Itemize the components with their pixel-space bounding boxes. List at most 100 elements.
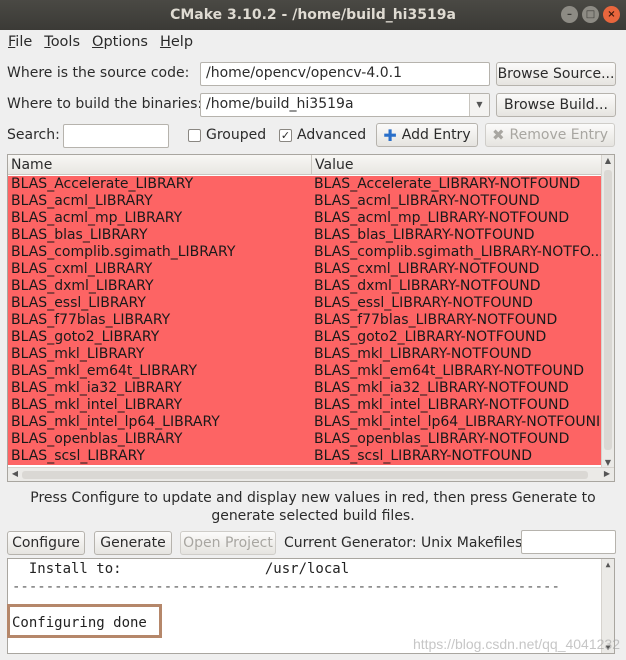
close-icon[interactable]: × (603, 6, 620, 23)
table-row[interactable]: BLAS_essl_LIBRARY BLAS_essl_LIBRARY-NOTFO… (8, 295, 602, 312)
vertical-scroll-thumb[interactable] (604, 170, 612, 450)
scroll-left-icon[interactable]: ◀ (9, 469, 21, 478)
column-header-name[interactable]: Name (8, 155, 311, 175)
minimize-icon[interactable]: – (561, 6, 578, 23)
source-label: Where is the source code: (7, 65, 190, 81)
cell-value[interactable]: BLAS_mkl_ia32_LIBRARY-NOTFOUND (311, 380, 602, 397)
cell-value[interactable]: BLAS_essl_LIBRARY-NOTFOUND (311, 295, 602, 312)
menu-options[interactable]: Options (88, 34, 156, 50)
table-rows: BLAS_Accelerate_LIBRARY BLAS_Accelerate_L… (8, 176, 602, 465)
cell-value[interactable]: BLAS_goto2_LIBRARY-NOTFOUND (311, 329, 602, 346)
cell-name: BLAS_openblas_LIBRARY (11, 431, 183, 447)
build-path-combo[interactable]: /home/build_hi3519a ▼ (200, 93, 490, 117)
table-row[interactable]: BLAS_acml_mp_LIBRARY BLAS_acml_mp_LIBRARY… (8, 210, 602, 227)
build-path-value: /home/build_hi3519a (206, 96, 354, 112)
advanced-checkbox[interactable]: ✓ (279, 129, 292, 142)
cell-value[interactable]: BLAS_f77blas_LIBRARY-NOTFOUND (311, 312, 602, 329)
table-row[interactable]: BLAS_complib.sgimath_LIBRARY BLAS_complib… (8, 244, 602, 261)
maximize-icon[interactable]: □ (582, 6, 599, 23)
cell-value[interactable]: BLAS_mkl_intel_lp64_LIBRARY-NOTFOUNI (311, 414, 602, 431)
table-row[interactable]: BLAS_mkl_ia32_LIBRARY BLAS_mkl_ia32_LIBRA… (8, 380, 602, 397)
menu-bar: File Tools Options Help (0, 30, 626, 54)
cell-name: BLAS_cxml_LIBRARY (11, 261, 153, 277)
search-label: Search: (7, 127, 60, 143)
cell-value[interactable]: BLAS_scsl_LIBRARY-NOTFOUND (311, 448, 602, 465)
table-row[interactable]: BLAS_acml_LIBRARY BLAS_acml_LIBRARY-NOTFO… (8, 193, 602, 210)
cell-value[interactable]: BLAS_acml_mp_LIBRARY-NOTFOUND (311, 210, 602, 227)
table-row[interactable]: BLAS_mkl_LIBRARY BLAS_mkl_LIBRARY-NOTFOUN… (8, 346, 602, 363)
info-text: Press Configure to update and display ne… (30, 490, 596, 524)
build-label: Where to build the binaries: (7, 96, 203, 112)
generator-field[interactable] (521, 530, 616, 554)
cell-name: BLAS_goto2_LIBRARY (11, 329, 160, 345)
cell-name: BLAS_dxml_LIBRARY (11, 278, 154, 294)
table-row[interactable]: BLAS_mkl_intel_lp64_LIBRARY BLAS_mkl_inte… (8, 414, 602, 431)
horizontal-scroll-thumb[interactable] (22, 471, 588, 479)
cell-value[interactable]: BLAS_mkl_LIBRARY-NOTFOUND (311, 346, 602, 363)
cell-value[interactable]: BLAS_cxml_LIBRARY-NOTFOUND (311, 261, 602, 278)
cell-name: BLAS_Accelerate_LIBRARY (11, 176, 194, 192)
table-row[interactable]: BLAS_goto2_LIBRARY BLAS_goto2_LIBRARY-NOT… (8, 329, 602, 346)
table-row[interactable]: BLAS_f77blas_LIBRARY BLAS_f77blas_LIBRARY… (8, 312, 602, 329)
grouped-label: Grouped (206, 127, 267, 143)
cell-name: BLAS_mkl_ia32_LIBRARY (11, 380, 182, 396)
cell-name: BLAS_mkl_em64t_LIBRARY (11, 363, 198, 379)
menu-help[interactable]: Help (156, 34, 201, 50)
scroll-right-icon[interactable]: ▶ (601, 469, 613, 478)
cell-value[interactable]: BLAS_mkl_em64t_LIBRARY-NOTFOUND (311, 363, 602, 380)
cell-value[interactable]: BLAS_complib.sgimath_LIBRARY-NOTFO... (311, 244, 602, 261)
search-input[interactable] (63, 124, 169, 148)
cell-value[interactable]: BLAS_dxml_LIBRARY-NOTFOUND (311, 278, 602, 295)
cell-name: BLAS_acml_mp_LIBRARY (11, 210, 183, 226)
chevron-down-icon[interactable]: ▼ (469, 94, 489, 116)
horizontal-scrollbar[interactable]: ◀ ▶ (8, 467, 614, 481)
open-project-button[interactable]: Open Project (180, 531, 276, 555)
remove-icon: ✖ (491, 126, 505, 144)
cell-name: BLAS_scsl_LIBRARY (11, 448, 146, 464)
column-header-value[interactable]: Value (311, 155, 602, 175)
source-path-input[interactable]: /home/opencv/opencv-4.0.1 (200, 62, 490, 86)
table-row[interactable]: BLAS_mkl_em64t_LIBRARY BLAS_mkl_em64t_LIB… (8, 363, 602, 380)
advanced-label: Advanced (297, 127, 367, 143)
title-bar: CMake 3.10.2 - /home/build_hi3519a – □ × (0, 0, 626, 30)
cell-value[interactable]: BLAS_Accelerate_LIBRARY-NOTFOUND (311, 176, 602, 193)
table-row[interactable]: BLAS_scsl_LIBRARY BLAS_scsl_LIBRARY-NOTFO… (8, 448, 602, 465)
cell-name: BLAS_mkl_LIBRARY (11, 346, 145, 362)
cache-table: Name Value BLAS_Accelerate_LIBRARY BLAS_A… (7, 154, 615, 482)
current-generator-label: Current Generator: Unix Makefiles (284, 535, 523, 551)
table-row[interactable]: BLAS_dxml_LIBRARY BLAS_dxml_LIBRARY-NOTFO… (8, 278, 602, 295)
browse-source-button[interactable]: Browse Source... (496, 62, 616, 86)
output-scroll-up-icon[interactable]: ▲ (602, 560, 614, 569)
scroll-down-icon[interactable]: ▼ (602, 458, 614, 467)
remove-entry-button[interactable]: ✖ Remove Entry (485, 123, 615, 147)
scroll-up-icon[interactable]: ▲ (602, 156, 614, 165)
output-line: Install to: /usr/local (12, 561, 350, 577)
cell-name: BLAS_mkl_intel_LIBRARY (11, 397, 183, 413)
cell-value[interactable]: BLAS_mkl_intel_LIBRARY-NOTFOUND (311, 397, 602, 414)
cell-name: BLAS_complib.sgimath_LIBRARY (11, 244, 236, 260)
window-title: CMake 3.10.2 - /home/build_hi3519a (170, 7, 456, 23)
cell-name: BLAS_blas_LIBRARY (11, 227, 148, 243)
table-row[interactable]: BLAS_openblas_LIBRARY BLAS_openblas_LIBRA… (8, 431, 602, 448)
grouped-checkbox[interactable] (188, 129, 201, 142)
cell-name: BLAS_f77blas_LIBRARY (11, 312, 171, 328)
table-row[interactable]: BLAS_Accelerate_LIBRARY BLAS_Accelerate_L… (8, 176, 602, 193)
menu-tools[interactable]: Tools (40, 34, 88, 50)
table-row[interactable]: BLAS_blas_LIBRARY BLAS_blas_LIBRARY-NOTFO… (8, 227, 602, 244)
cell-value[interactable]: BLAS_blas_LIBRARY-NOTFOUND (311, 227, 602, 244)
cell-name: BLAS_mkl_intel_lp64_LIBRARY (11, 414, 220, 430)
highlight-annotation (7, 604, 162, 638)
cell-value[interactable]: BLAS_acml_LIBRARY-NOTFOUND (311, 193, 602, 210)
vertical-scrollbar[interactable]: ▲ ▼ (601, 155, 614, 468)
cell-value[interactable]: BLAS_openblas_LIBRARY-NOTFOUND (311, 431, 602, 448)
configure-button[interactable]: Configure (7, 531, 85, 555)
menu-file[interactable]: File (4, 34, 40, 50)
cell-name: BLAS_essl_LIBRARY (11, 295, 146, 311)
add-entry-button[interactable]: ✚ Add Entry (376, 123, 478, 147)
generate-button[interactable]: Generate (94, 531, 172, 555)
browse-build-button[interactable]: Browse Build... (496, 93, 616, 117)
table-row[interactable]: BLAS_cxml_LIBRARY BLAS_cxml_LIBRARY-NOTFO… (8, 261, 602, 278)
table-header: Name Value (8, 155, 602, 175)
watermark: https://blog.csdn.net/qq_4041232 (412, 636, 620, 652)
table-row[interactable]: BLAS_mkl_intel_LIBRARY BLAS_mkl_intel_LIB… (8, 397, 602, 414)
